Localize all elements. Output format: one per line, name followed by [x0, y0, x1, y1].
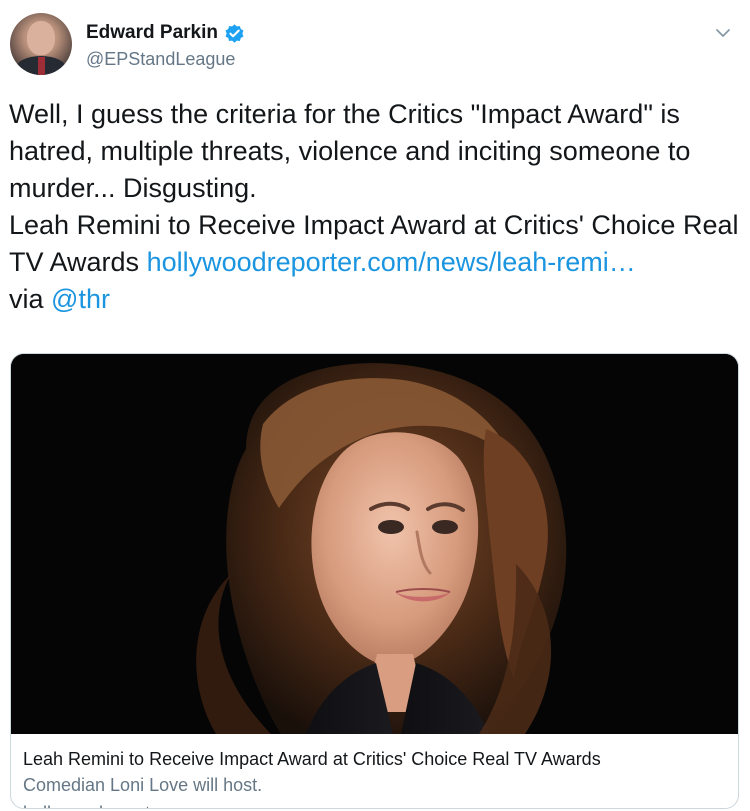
author-name-row[interactable]: Edward Parkin	[86, 22, 245, 44]
card-description: Comedian Loni Love will host.	[23, 775, 263, 795]
verified-badge-icon	[225, 23, 244, 43]
author-avatar[interactable]	[10, 13, 72, 75]
chevron-down-icon[interactable]	[714, 24, 732, 42]
author-name[interactable]: Edward Parkin	[86, 22, 218, 44]
tweet-text: Well, I guess the criteria for the Criti…	[9, 96, 739, 318]
mention-thr[interactable]: @thr	[51, 284, 110, 314]
avatar-tie	[38, 57, 45, 75]
via-label: via	[9, 284, 44, 314]
tweet-text-line-1: Well, I guess the criteria for the Criti…	[9, 99, 691, 203]
article-link[interactable]: hollywoodreporter.com/news/leah-remi…	[147, 247, 636, 277]
avatar-face	[27, 21, 55, 55]
portrait-image	[11, 354, 738, 734]
author-handle[interactable]: @EPStandLeague	[86, 49, 235, 70]
card-title[interactable]: Leah Remini to Receive Impact Award at C…	[23, 747, 726, 771]
card-image[interactable]	[11, 354, 738, 734]
card-text[interactable]: Leah Remini to Receive Impact Award at C…	[23, 747, 726, 808]
link-preview-card[interactable]: Leah Remini to Receive Impact Award at C…	[10, 353, 739, 809]
card-domain: hollywoodreporter.com	[23, 801, 726, 808]
